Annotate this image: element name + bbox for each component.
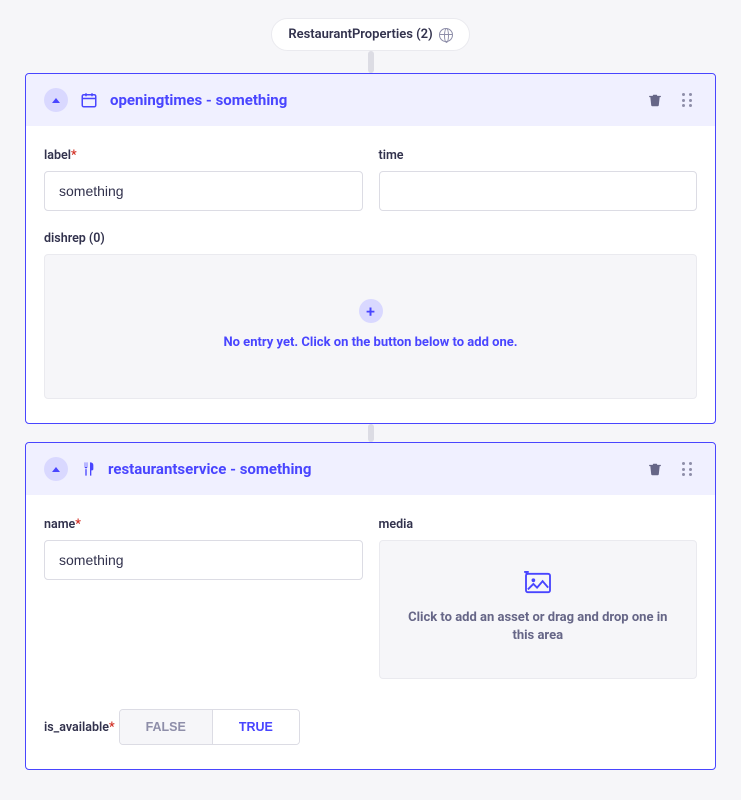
- root-label: RestaurantProperties (2): [288, 27, 432, 42]
- connector-line: [25, 51, 716, 73]
- connector-line: [25, 424, 716, 442]
- calendar-icon: [80, 91, 98, 109]
- toggle-false[interactable]: FALSE: [120, 710, 212, 744]
- trash-icon: [648, 461, 662, 477]
- drag-icon: [681, 461, 693, 477]
- root-component-pill[interactable]: RestaurantProperties (2): [271, 18, 469, 51]
- delete-button[interactable]: [645, 459, 665, 479]
- media-dropzone[interactable]: Click to add an asset or drag and drop o…: [379, 540, 698, 679]
- label-input[interactable]: [44, 171, 363, 211]
- time-input[interactable]: [379, 171, 698, 211]
- image-add-icon: [523, 571, 553, 595]
- toggle-true[interactable]: TRUE: [212, 710, 299, 744]
- dishrep-empty-block: + No entry yet. Click on the button belo…: [44, 254, 697, 399]
- drag-handle[interactable]: [677, 459, 697, 479]
- is-available-toggle: FALSE TRUE: [119, 709, 300, 745]
- media-drop-text: Click to add an asset or drag and drop o…: [408, 609, 668, 644]
- card-header: restaurantservice - something: [26, 443, 715, 495]
- card-header: openingtimes - something: [26, 74, 715, 126]
- card-title: restaurantservice - something: [108, 460, 633, 478]
- dishrep-empty-text: No entry yet. Click on the button below …: [223, 335, 517, 350]
- label-field-label: label*: [44, 148, 363, 163]
- drag-icon: [681, 92, 693, 108]
- dishrep-label: dishrep (0): [44, 231, 697, 246]
- root-row: RestaurantProperties (2): [25, 0, 716, 51]
- is-available-label: is_available*: [44, 720, 115, 735]
- drag-handle[interactable]: [677, 90, 697, 110]
- globe-icon: [439, 28, 453, 42]
- name-input[interactable]: [44, 540, 363, 580]
- component-card-restaurantservice: restaurantservice - something name* m: [25, 442, 716, 770]
- time-field-label: time: [379, 148, 698, 163]
- plus-icon: +: [366, 302, 375, 321]
- collapse-button[interactable]: [44, 88, 68, 112]
- name-field-label: name*: [44, 517, 363, 532]
- delete-button[interactable]: [645, 90, 665, 110]
- trash-icon: [648, 92, 662, 108]
- add-dishrep-button[interactable]: +: [359, 299, 383, 323]
- caret-up-icon: [52, 98, 60, 103]
- caret-up-icon: [52, 467, 60, 472]
- component-card-openingtimes: openingtimes - something label* time: [25, 73, 716, 424]
- collapse-button[interactable]: [44, 457, 68, 481]
- utensils-icon: [80, 460, 96, 478]
- card-title: openingtimes - something: [110, 91, 633, 109]
- media-field-label: media: [379, 517, 698, 532]
